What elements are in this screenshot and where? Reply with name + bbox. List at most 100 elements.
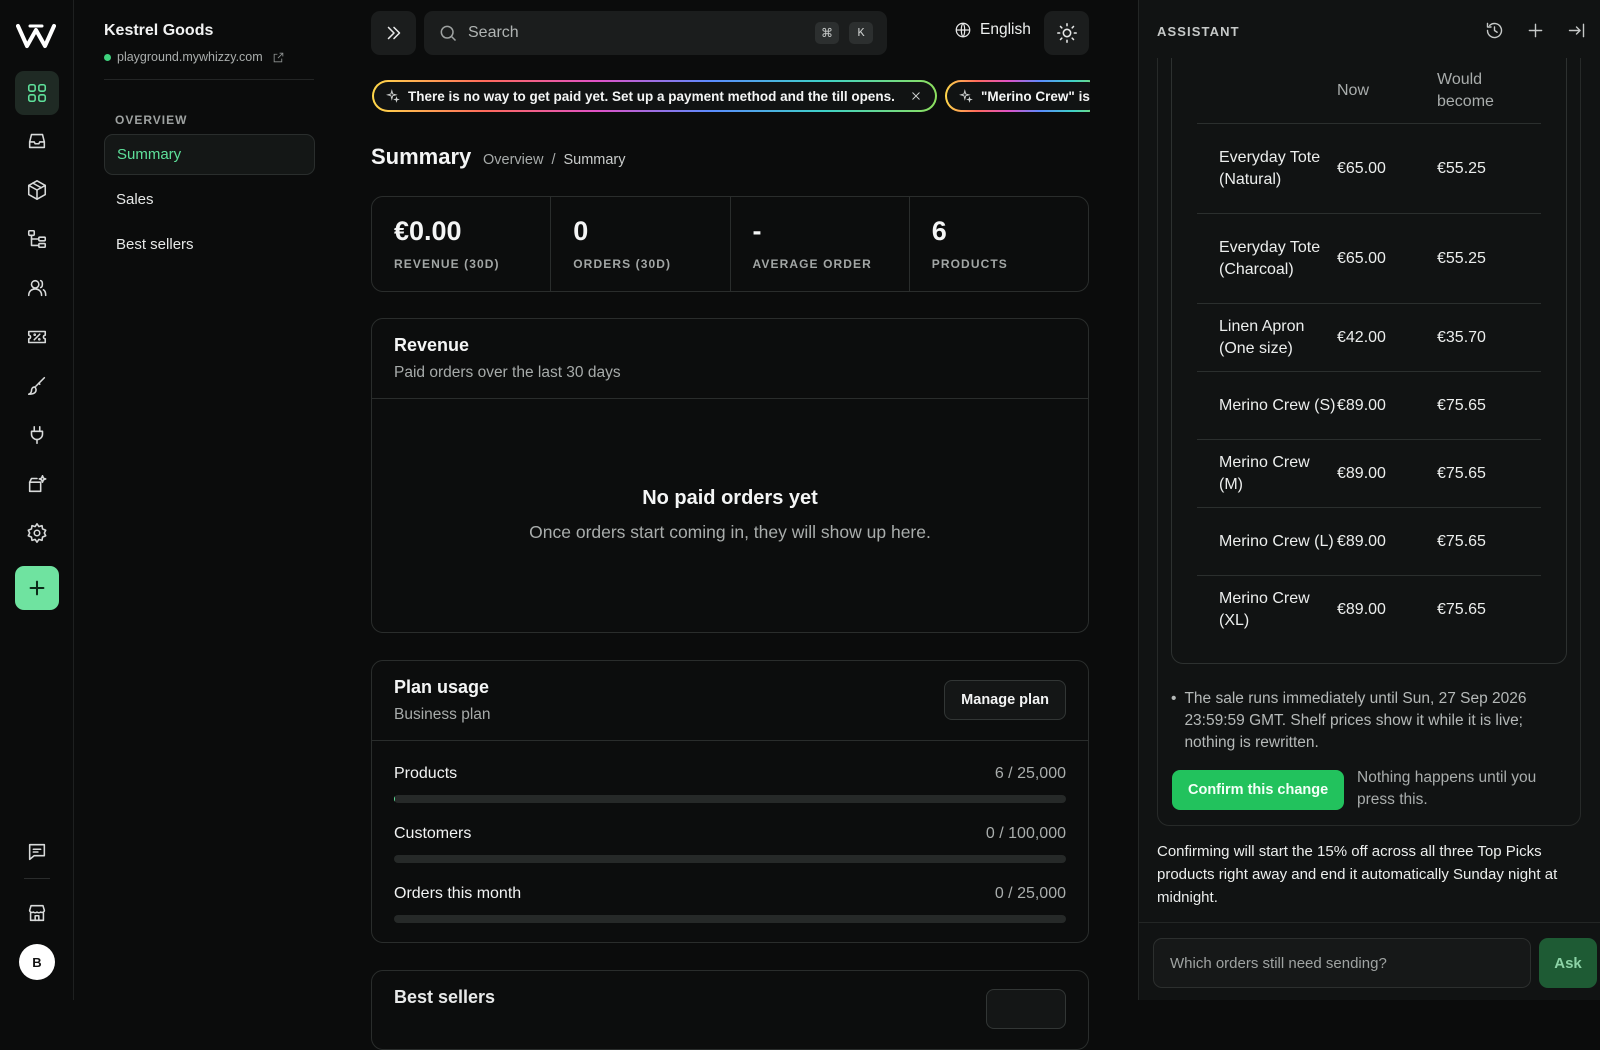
- customers-nav[interactable]: [15, 266, 59, 310]
- table-row: Everyday Tote (Natural)€65.00€55.25: [1197, 124, 1541, 214]
- history-icon[interactable]: [1484, 20, 1505, 41]
- close-icon[interactable]: [909, 89, 923, 103]
- categories-nav[interactable]: [15, 217, 59, 261]
- usage-count: 0 / 25,000: [995, 885, 1066, 903]
- table-row: Linen Apron (One size)€42.00€35.70: [1197, 304, 1541, 372]
- current-price-cell: €89.00: [1337, 397, 1437, 415]
- create-button[interactable]: [15, 566, 59, 610]
- sale-note: • The sale runs immediately until Sun, 2…: [1171, 688, 1567, 754]
- brand-logo[interactable]: [16, 22, 56, 50]
- breadcrumb-overview[interactable]: Overview: [483, 152, 543, 168]
- external-link-icon[interactable]: [272, 51, 285, 64]
- feedback-nav[interactable]: [15, 830, 59, 874]
- dashboard-nav[interactable]: [15, 71, 59, 115]
- users-icon: [26, 277, 48, 299]
- stat-products: 6 PRODUCTS: [910, 197, 1088, 291]
- usage-bar: [394, 915, 1066, 923]
- manage-plan-button[interactable]: Manage plan: [944, 680, 1066, 720]
- subnav-item-summary[interactable]: Summary: [104, 134, 315, 175]
- subnav-item-sales[interactable]: Sales: [104, 179, 315, 220]
- product-banner[interactable]: "Merino Crew" is: [945, 80, 1090, 112]
- product-name-cell: Merino Crew (XL): [1197, 588, 1337, 632]
- new-price-cell: €55.25: [1437, 250, 1541, 268]
- expand-sidebar-button[interactable]: [371, 11, 416, 55]
- avatar[interactable]: B: [19, 944, 55, 980]
- new-price-cell: €55.25: [1437, 160, 1541, 178]
- globe-icon: [954, 21, 972, 39]
- new-price-cell: €75.65: [1437, 601, 1541, 619]
- search-icon: [438, 23, 458, 43]
- shortcut-key-k: K: [849, 22, 873, 44]
- empty-description: Once orders start coming in, they will s…: [372, 522, 1088, 543]
- table-row: Merino Crew (L)€89.00€75.65: [1197, 508, 1541, 576]
- sub-navigation: Kestrel Goods playground.mywhizzy.com OV…: [74, 0, 344, 1000]
- price-change-table: Now Would become Everyday Tote (Natural)…: [1197, 58, 1541, 644]
- current-price-cell: €65.00: [1337, 250, 1437, 268]
- current-price-cell: €89.00: [1337, 533, 1437, 551]
- plan-header: Plan usage Business plan Manage plan: [372, 661, 1088, 741]
- integrations-nav[interactable]: [15, 413, 59, 457]
- ask-button[interactable]: Ask: [1539, 938, 1597, 988]
- best-sellers-title: Best sellers: [394, 987, 495, 1008]
- store-url-text[interactable]: playground.mywhizzy.com: [117, 50, 263, 64]
- product-name-cell: Merino Crew (M): [1197, 452, 1337, 496]
- column-header-now: Now: [1337, 80, 1437, 102]
- revenue-header: Revenue Paid orders over the last 30 day…: [372, 319, 1088, 399]
- payment-banner[interactable]: There is no way to get paid yet. Set up …: [372, 80, 937, 112]
- product-name-cell: Everyday Tote (Natural): [1197, 147, 1337, 191]
- ai-nav[interactable]: [15, 462, 59, 506]
- product-name-cell: Everyday Tote (Charcoal): [1197, 237, 1337, 281]
- product-name-cell: Merino Crew (S): [1197, 395, 1337, 417]
- page-title: Summary: [371, 144, 471, 170]
- usage-count: 6 / 25,000: [995, 765, 1066, 783]
- usage-orders: Orders this month0 / 25,000: [394, 885, 1066, 923]
- design-nav[interactable]: [15, 364, 59, 408]
- language-label: English: [980, 21, 1031, 39]
- revenue-card: Revenue Paid orders over the last 30 day…: [371, 318, 1089, 633]
- brush-icon: [26, 375, 48, 397]
- storefront-nav[interactable]: [15, 891, 59, 935]
- search-bar[interactable]: ⌘ K: [424, 11, 887, 55]
- stat-average-order: - AVERAGE ORDER: [731, 197, 910, 291]
- status-dot: [104, 54, 111, 61]
- theme-toggle-button[interactable]: [1044, 11, 1089, 55]
- collapse-panel-icon[interactable]: [1566, 20, 1587, 41]
- stat-revenue: €0.00 REVENUE (30D): [372, 197, 551, 291]
- product-banner-text: "Merino Crew" is: [981, 89, 1090, 104]
- current-price-cell: €89.00: [1337, 601, 1437, 619]
- empty-state: No paid orders yet Once orders start com…: [372, 487, 1088, 543]
- grid-icon: [26, 82, 48, 104]
- table-row: Merino Crew (M)€89.00€75.65: [1197, 440, 1541, 508]
- discounts-nav[interactable]: [15, 315, 59, 359]
- settings-nav[interactable]: [15, 511, 59, 555]
- new-price-cell: €75.65: [1437, 533, 1541, 551]
- language-selector[interactable]: English: [954, 21, 1031, 39]
- usage-count: 0 / 100,000: [986, 825, 1066, 843]
- assistant-input[interactable]: [1153, 938, 1531, 988]
- stat-label: PRODUCTS: [932, 257, 1066, 271]
- new-chat-icon[interactable]: [1525, 20, 1546, 41]
- products-nav[interactable]: [15, 168, 59, 212]
- subnav-divider: [104, 79, 314, 80]
- chevrons-right-icon: [383, 22, 405, 44]
- store-url[interactable]: playground.mywhizzy.com: [104, 50, 285, 64]
- current-price-cell: €65.00: [1337, 160, 1437, 178]
- chat-icon: [26, 841, 48, 863]
- confirm-change-button[interactable]: Confirm this change: [1172, 770, 1344, 810]
- bullet: •: [1171, 688, 1176, 754]
- confirm-hint: Nothing happens until you press this.: [1357, 767, 1567, 811]
- banner-strip: There is no way to get paid yet. Set up …: [372, 80, 1090, 112]
- assistant-title: ASSISTANT: [1157, 24, 1240, 39]
- stat-value: €0.00: [394, 217, 528, 247]
- plan-usage-card: Plan usage Business plan Manage plan Pro…: [371, 660, 1089, 943]
- search-input[interactable]: [468, 24, 805, 42]
- sparkle-icon: [959, 89, 973, 103]
- tree-icon: [26, 228, 48, 250]
- inbox-nav[interactable]: [15, 119, 59, 163]
- best-sellers-action[interactable]: [986, 989, 1066, 1029]
- product-name-cell: Linen Apron (One size): [1197, 316, 1337, 360]
- rail-divider: [24, 878, 50, 879]
- subnav-item-best-sellers[interactable]: Best sellers: [104, 224, 315, 265]
- usage-bar: [394, 855, 1066, 863]
- usage-name: Customers: [394, 825, 471, 843]
